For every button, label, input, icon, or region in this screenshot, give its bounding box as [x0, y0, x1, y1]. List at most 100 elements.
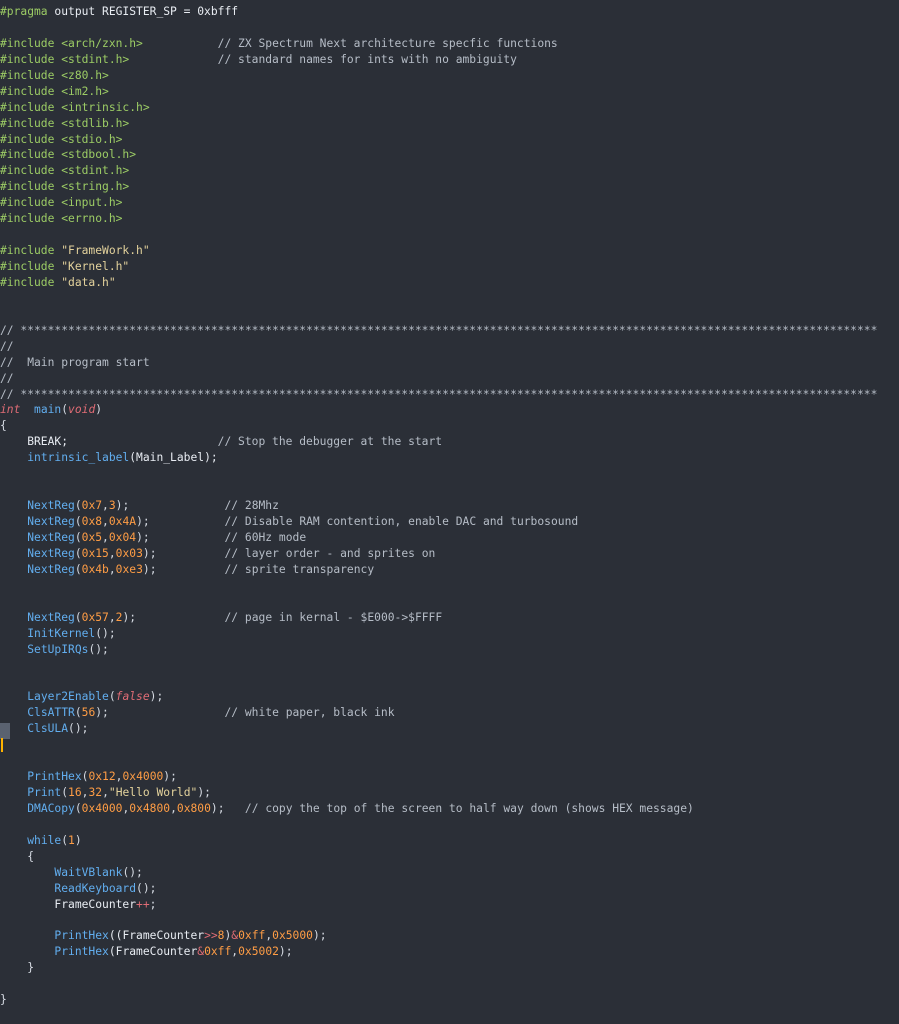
code-line[interactable]: WaitVBlank();	[0, 865, 899, 881]
code-token: 0x15	[81, 546, 109, 560]
code-line[interactable]: #include <stdint.h> // standard names fo…	[0, 52, 899, 68]
code-line[interactable]: #include <input.h>	[0, 195, 899, 211]
code-token: #include	[0, 36, 62, 50]
code-token: while	[27, 833, 62, 847]
code-token: 0x5002	[238, 945, 279, 959]
code-line[interactable]	[0, 673, 899, 689]
code-line[interactable]: #include <arch/zxn.h> // ZX Spectrum Nex…	[0, 36, 899, 52]
code-token: <stdint.h>	[61, 52, 130, 66]
code-line[interactable]: #include <stdlib.h>	[0, 116, 899, 132]
code-line[interactable]: }	[0, 960, 899, 976]
code-token: PrintHex	[54, 945, 109, 959]
code-line[interactable]	[0, 307, 899, 323]
code-line[interactable]: NextReg(0x4b,0xe3); // sprite transparen…	[0, 562, 899, 578]
code-line[interactable]: {	[0, 849, 899, 865]
code-line[interactable]: PrintHex((FrameCounter>>8)&0xff,0x5000);	[0, 928, 899, 944]
code-line[interactable]	[0, 578, 899, 594]
code-token: main	[34, 403, 62, 417]
code-token: NextReg	[27, 530, 75, 544]
code-line[interactable]: SetUpIRQs();	[0, 642, 899, 658]
code-token: // Disable RAM contention, enable DAC an…	[149, 515, 579, 528]
code-line[interactable]: {	[0, 418, 899, 434]
code-line[interactable]: #include <intrinsic.h>	[0, 100, 899, 116]
code-line[interactable]: ReadKeyboard();	[0, 881, 899, 897]
code-token: );	[142, 546, 157, 560]
code-token: // copy the top of the screen to half wa…	[224, 801, 694, 815]
code-line[interactable]: ClsATTR(56); // white paper, black ink	[0, 705, 899, 721]
code-line[interactable]: #include <stdio.h>	[0, 132, 899, 148]
code-line[interactable]: //	[0, 371, 899, 387]
code-token: WaitVBlank	[54, 865, 123, 879]
code-line[interactable]	[0, 466, 899, 482]
code-token: );	[197, 785, 211, 799]
code-line[interactable]: NextReg(0x8,0x4A); // Disable RAM conten…	[0, 514, 899, 530]
code-line[interactable]: #include "FrameWork.h"	[0, 243, 899, 259]
code-line[interactable]	[0, 482, 899, 498]
code-token: #include	[0, 196, 62, 210]
code-token: "Hello World"	[108, 785, 198, 799]
code-token: ,	[170, 801, 177, 815]
code-line[interactable]: FrameCounter++;	[0, 897, 899, 913]
code-line[interactable]: NextReg(0x15,0x03); // layer order - and…	[0, 546, 899, 562]
code-line[interactable]: Layer2Enable(false);	[0, 689, 899, 705]
code-line[interactable]	[0, 20, 899, 36]
code-token: ();	[88, 642, 109, 656]
code-line[interactable]: NextReg(0x57,2); // page in kernal - $E0…	[0, 610, 899, 626]
code-token: NextReg	[27, 499, 75, 513]
code-line[interactable]	[0, 737, 899, 753]
code-line[interactable]	[0, 657, 899, 673]
code-area[interactable]: #pragma output REGISTER_SP = 0xbfff #incl…	[0, 4, 899, 1008]
code-token: );	[122, 610, 137, 624]
code-line[interactable]: NextReg(0x7,3); // 28Mhz	[0, 498, 899, 514]
code-token: (	[108, 690, 116, 704]
code-token: <stdio.h>	[61, 132, 123, 146]
code-line[interactable]: int main(void)	[0, 402, 899, 418]
code-line[interactable]: #include <errno.h>	[0, 211, 899, 227]
code-line[interactable]: InitKernel();	[0, 626, 899, 642]
code-line[interactable]: #include <z80.h>	[0, 68, 899, 84]
code-line[interactable]: ClsULA();	[0, 721, 899, 737]
text-cursor	[1, 738, 3, 753]
code-line[interactable]: #pragma output REGISTER_SP = 0xbfff	[0, 4, 899, 20]
code-line[interactable]: intrinsic_label(Main_Label);	[0, 450, 899, 466]
code-editor[interactable]: #pragma output REGISTER_SP = 0xbfff #incl…	[0, 0, 899, 1024]
code-line[interactable]: DMACopy(0x4000,0x4800,0x800); // copy th…	[0, 801, 899, 817]
code-token: Layer2Enable	[27, 690, 109, 704]
code-line[interactable]: #include "Kernel.h"	[0, 259, 899, 275]
code-line[interactable]: PrintHex(0x12,0x4000);	[0, 769, 899, 785]
code-line[interactable]: // Main program start	[0, 355, 899, 371]
code-line[interactable]: // *************************************…	[0, 323, 899, 339]
code-token: 0x7	[81, 499, 103, 513]
code-line[interactable]: #include <im2.h>	[0, 84, 899, 100]
code-line[interactable]	[0, 753, 899, 769]
code-line[interactable]	[0, 912, 899, 928]
code-token: // standard names for ints with no ambig…	[129, 52, 517, 66]
code-line[interactable]: Print(16,32,"Hello World");	[0, 785, 899, 801]
code-line[interactable]: #include <stdint.h>	[0, 163, 899, 179]
code-line[interactable]: //	[0, 339, 899, 355]
code-line[interactable]: #include <string.h>	[0, 179, 899, 195]
code-token: );	[136, 530, 150, 544]
code-line[interactable]: while(1)	[0, 833, 899, 849]
code-line[interactable]: // *************************************…	[0, 387, 899, 403]
code-line[interactable]	[0, 817, 899, 833]
code-token: ();	[95, 626, 116, 640]
code-line[interactable]	[0, 227, 899, 243]
code-token: 0x12	[88, 770, 116, 783]
code-token: ((FrameCounter	[108, 929, 205, 943]
code-line[interactable]	[0, 291, 899, 307]
code-token: {	[0, 419, 7, 433]
code-line[interactable]	[0, 976, 899, 992]
code-token: ClsATTR	[27, 706, 75, 720]
code-token: }	[0, 961, 35, 975]
code-line[interactable]	[0, 594, 899, 610]
code-line[interactable]: NextReg(0x5,0x04); // 60Hz mode	[0, 530, 899, 546]
code-line[interactable]: BREAK; // Stop the debugger at the start	[0, 434, 899, 450]
code-line[interactable]: }	[0, 992, 899, 1008]
code-line[interactable]: #include "data.h"	[0, 275, 899, 291]
code-line[interactable]: PrintHex(FrameCounter&0xff,0x5002);	[0, 944, 899, 960]
code-line[interactable]: #include <stdbool.h>	[0, 147, 899, 163]
